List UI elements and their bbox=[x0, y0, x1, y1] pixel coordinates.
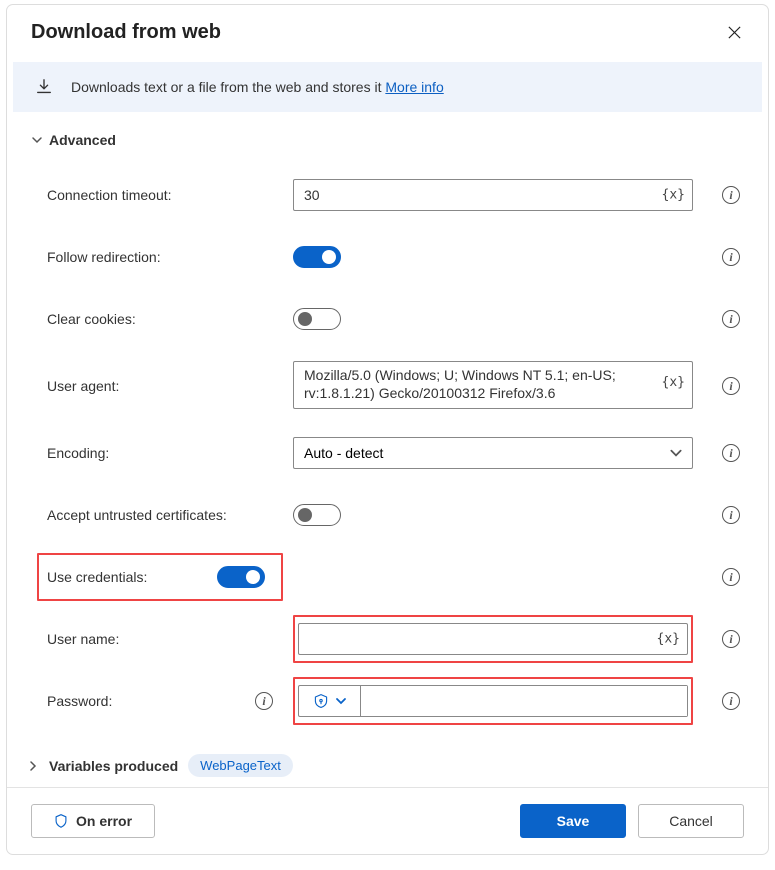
follow-redirection-toggle[interactable] bbox=[293, 246, 341, 268]
save-label: Save bbox=[557, 813, 590, 829]
cancel-button[interactable]: Cancel bbox=[638, 804, 744, 838]
chevron-down-icon bbox=[335, 695, 347, 707]
dialog-footer: On error Save Cancel bbox=[7, 787, 768, 854]
password-label: Password: bbox=[47, 693, 112, 709]
dialog-body: Advanced Connection timeout: {x} i Follo… bbox=[7, 112, 768, 787]
info-icon[interactable]: i bbox=[722, 692, 740, 710]
row-encoding: Encoding: Auto - detect i bbox=[47, 422, 744, 484]
info-banner: Downloads text or a file from the web an… bbox=[13, 62, 762, 112]
chevron-right-icon bbox=[27, 760, 39, 772]
more-info-link[interactable]: More info bbox=[385, 79, 443, 95]
user-name-label: User name: bbox=[47, 631, 119, 647]
row-clear-cookies: Clear cookies: i bbox=[47, 288, 744, 350]
save-button[interactable]: Save bbox=[520, 804, 626, 838]
dialog-download-from-web: Download from web Downloads text or a fi… bbox=[6, 4, 769, 855]
download-icon bbox=[35, 78, 53, 96]
cancel-label: Cancel bbox=[669, 813, 713, 829]
password-input[interactable] bbox=[361, 686, 687, 716]
row-use-credentials: Use credentials: i bbox=[47, 546, 744, 608]
info-icon[interactable]: i bbox=[722, 186, 740, 204]
clear-cookies-label: Clear cookies: bbox=[47, 311, 136, 327]
close-button[interactable] bbox=[724, 23, 744, 43]
row-password: Password: i bbox=[47, 670, 744, 732]
dialog-header: Download from web bbox=[7, 5, 768, 56]
dialog-title: Download from web bbox=[31, 21, 221, 44]
row-user-name: User name: {x} i bbox=[47, 608, 744, 670]
use-credentials-toggle[interactable] bbox=[217, 566, 265, 588]
info-icon[interactable]: i bbox=[722, 377, 740, 395]
user-agent-label: User agent: bbox=[47, 378, 119, 394]
encoding-label: Encoding: bbox=[47, 445, 109, 461]
password-credential-picker[interactable] bbox=[299, 686, 361, 716]
connection-timeout-input[interactable] bbox=[293, 179, 693, 211]
encoding-select[interactable]: Auto - detect bbox=[293, 437, 693, 469]
shield-lock-icon bbox=[313, 693, 329, 709]
follow-redirection-label: Follow redirection: bbox=[47, 249, 161, 265]
row-connection-timeout: Connection timeout: {x} i bbox=[47, 164, 744, 226]
variables-produced-section[interactable]: Variables produced WebPageText bbox=[27, 754, 744, 777]
info-banner-text: Downloads text or a file from the web an… bbox=[71, 79, 444, 95]
connection-timeout-label: Connection timeout: bbox=[47, 187, 172, 203]
close-icon bbox=[727, 25, 742, 40]
advanced-label: Advanced bbox=[49, 132, 116, 148]
info-icon[interactable]: i bbox=[722, 506, 740, 524]
chevron-down-icon bbox=[31, 134, 43, 146]
user-agent-input[interactable]: Mozilla/5.0 (Windows; U; Windows NT 5.1;… bbox=[293, 361, 693, 409]
row-follow-redirection: Follow redirection: i bbox=[47, 226, 744, 288]
variables-produced-label: Variables produced bbox=[49, 758, 178, 774]
row-accept-untrusted: Accept untrusted certificates: i bbox=[47, 484, 744, 546]
shield-icon bbox=[54, 813, 68, 829]
on-error-label: On error bbox=[76, 813, 132, 829]
use-credentials-label: Use credentials: bbox=[47, 569, 147, 585]
row-user-agent: User agent: Mozilla/5.0 (Windows; U; Win… bbox=[47, 350, 744, 422]
accept-untrusted-toggle[interactable] bbox=[293, 504, 341, 526]
info-icon[interactable]: i bbox=[722, 444, 740, 462]
info-icon[interactable]: i bbox=[722, 248, 740, 266]
clear-cookies-toggle[interactable] bbox=[293, 308, 341, 330]
info-icon[interactable]: i bbox=[722, 630, 740, 648]
info-banner-desc: Downloads text or a file from the web an… bbox=[71, 79, 385, 95]
on-error-button[interactable]: On error bbox=[31, 804, 155, 838]
advanced-fields: Connection timeout: {x} i Follow redirec… bbox=[47, 164, 744, 732]
info-icon[interactable]: i bbox=[722, 310, 740, 328]
accept-untrusted-label: Accept untrusted certificates: bbox=[47, 507, 227, 523]
advanced-section-toggle[interactable]: Advanced bbox=[31, 132, 744, 148]
variable-badge[interactable]: WebPageText bbox=[188, 754, 293, 777]
user-name-input[interactable] bbox=[298, 623, 688, 655]
info-icon[interactable]: i bbox=[255, 692, 273, 710]
info-icon[interactable]: i bbox=[722, 568, 740, 586]
